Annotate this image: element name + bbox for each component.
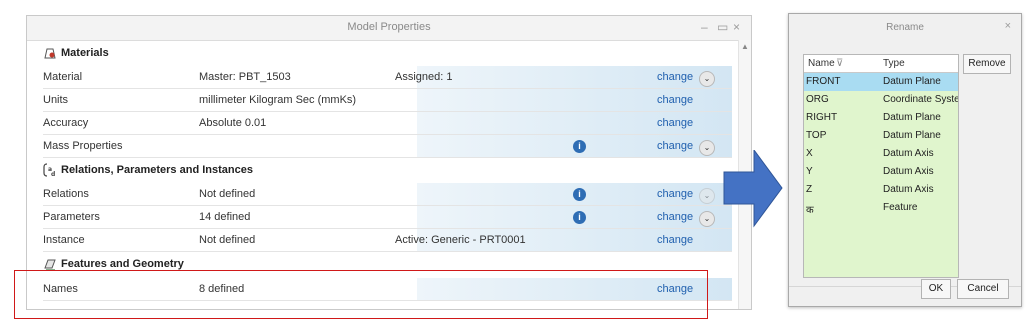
table-row[interactable]: FRONT Datum Plane (804, 73, 958, 91)
names-table: Name ⊽ Type FRONT Datum Plane ORG Coordinat… (803, 54, 959, 278)
expand-icon[interactable]: ⌄ (699, 188, 715, 204)
change-link[interactable]: change (657, 211, 693, 223)
cell-name[interactable]: Z (806, 184, 812, 195)
row-mass-properties: Mass Properties i change ⌄ (43, 135, 732, 158)
info-icon[interactable]: i (573, 211, 586, 224)
section-title: Features and Geometry (61, 258, 184, 270)
cell-name[interactable]: FRONT (806, 76, 840, 87)
cell-name[interactable]: RIGHT (806, 112, 837, 123)
scroll-up-icon[interactable]: ▲ (741, 42, 749, 51)
rename-dialog: Rename × Name ⊽ Type FRONT Datum Plane ORG… (788, 13, 1022, 307)
row-label: Relations (43, 188, 89, 200)
close-icon[interactable]: × (733, 20, 740, 34)
change-link[interactable]: change (657, 94, 693, 106)
cell-name[interactable]: ORG (806, 94, 829, 105)
minimize-icon[interactable]: – (701, 20, 708, 34)
row-label: Parameters (43, 211, 100, 223)
model-properties-window: Model Properties – ▭ × ▲ Materials Mater… (26, 15, 752, 310)
change-link[interactable]: change (657, 140, 693, 152)
filter-icon[interactable]: ⊽ (836, 58, 843, 69)
row-material: Material Master: PBT_1503 Assigned: 1 ch… (43, 66, 732, 89)
section-header-materials: Materials (43, 46, 733, 66)
change-link[interactable]: change (657, 117, 693, 129)
cell-name[interactable]: X (806, 148, 813, 159)
cell-type: Datum Axis (883, 166, 934, 177)
column-header-type[interactable]: Type (883, 58, 905, 69)
highlight-frame (14, 270, 708, 319)
section-title: Relations, Parameters and Instances (61, 164, 253, 176)
table-row[interactable]: RIGHT Datum Plane (804, 109, 958, 127)
row-value: Absolute 0.01 (199, 117, 267, 129)
expand-icon[interactable]: ⌄ (699, 211, 715, 227)
cell-type: Datum Plane (883, 112, 941, 123)
change-link[interactable]: change (657, 234, 693, 246)
row-label: Material (43, 71, 83, 83)
row-label: Units (43, 94, 69, 106)
table-row[interactable]: TOP Datum Plane (804, 127, 958, 145)
row-label: Accuracy (43, 117, 89, 129)
row-value: millimeter Kilogram Sec (mmKs) (199, 94, 357, 106)
materials-icon (44, 48, 56, 59)
arrow-right-icon (723, 150, 783, 228)
maximize-icon[interactable]: ▭ (717, 20, 728, 34)
expand-icon[interactable]: ⌄ (699, 71, 715, 87)
cell-name[interactable]: TOP (806, 130, 826, 141)
row-extra: Assigned: 1 (395, 71, 453, 83)
table-row[interactable]: ORG Coordinate System (804, 91, 958, 109)
cell-name[interactable]: क (806, 202, 814, 216)
cell-type: Feature (883, 202, 918, 213)
row-units: Units millimeter Kilogram Sec (mmKs) cha… (43, 89, 732, 112)
table-row[interactable]: Y Datum Axis (804, 163, 958, 181)
title-bar: Model Properties – ▭ × (27, 16, 751, 41)
row-value: Not defined (199, 234, 256, 246)
ok-button[interactable]: OK (921, 279, 951, 299)
section-header-relations: a d Relations, Parameters and Instances (43, 163, 733, 183)
change-link[interactable]: change (657, 188, 693, 200)
row-parameters: Parameters 14 defined i change ⌄ (43, 206, 732, 229)
section-title: Materials (61, 47, 109, 59)
info-icon[interactable]: i (573, 188, 586, 201)
svg-text:d: d (51, 171, 55, 177)
features-geometry-icon (44, 259, 56, 271)
change-link[interactable]: change (657, 71, 693, 83)
table-row[interactable]: X Datum Axis (804, 145, 958, 163)
table-row[interactable]: क Feature (804, 199, 958, 217)
cell-type: Datum Plane (883, 130, 941, 141)
dialog-title: Rename (886, 22, 924, 33)
remove-button[interactable]: Remove (963, 54, 1011, 74)
expand-icon[interactable]: ⌄ (699, 140, 715, 156)
column-header-name[interactable]: Name (808, 58, 835, 69)
row-value: Not defined (199, 188, 256, 200)
cell-type: Coordinate System (883, 94, 958, 105)
row-instance: Instance Not defined Active: Generic - P… (43, 229, 732, 252)
window-title: Model Properties (347, 21, 431, 33)
table-header: Name ⊽ Type (804, 55, 958, 73)
table-row[interactable]: Z Datum Axis (804, 181, 958, 199)
cancel-button[interactable]: Cancel (957, 279, 1009, 299)
row-accuracy: Accuracy Absolute 0.01 change (43, 112, 732, 135)
relations-icon: a d (43, 163, 55, 177)
row-label: Mass Properties (43, 140, 123, 152)
cell-type: Datum Axis (883, 184, 934, 195)
row-relations: Relations Not defined i change ⌄ (43, 183, 732, 206)
row-extra: Active: Generic - PRT0001 (395, 234, 526, 246)
row-value: Master: PBT_1503 (199, 71, 291, 83)
close-icon[interactable]: × (1005, 20, 1011, 32)
info-icon[interactable]: i (573, 140, 586, 153)
cell-type: Datum Plane (883, 76, 941, 87)
cell-type: Datum Axis (883, 148, 934, 159)
row-label: Instance (43, 234, 85, 246)
cell-name[interactable]: Y (806, 166, 813, 177)
row-value: 14 defined (199, 211, 251, 223)
